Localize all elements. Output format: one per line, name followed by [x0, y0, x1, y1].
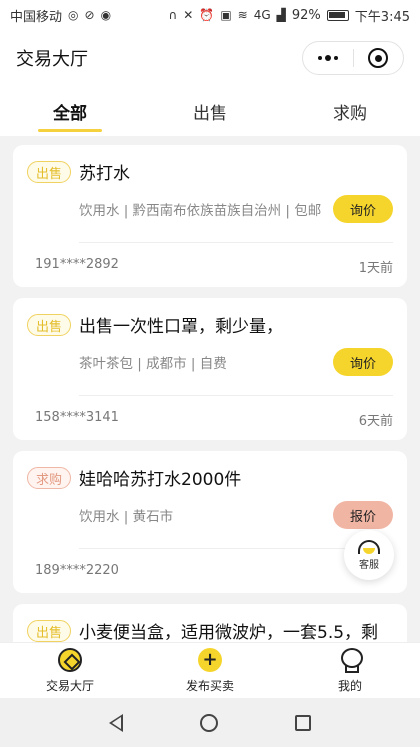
card-footer: 191****2892 1天前 [35, 257, 393, 276]
listing-card[interactable]: 出售 出售一次性口罩，剩少量， 茶叶茶包 | 成都市 | 自费 询价 158**… [13, 298, 407, 440]
buy-tag: 求购 [27, 467, 72, 489]
user-icon [337, 647, 363, 673]
page-title: 交易大厅 [16, 49, 88, 70]
tab-sell[interactable]: 出售 [140, 86, 280, 136]
listing-title: 小麦便当盒，适用微波炉，一套5.5，剩 [79, 623, 379, 642]
listing-card[interactable]: 求购 娃哈哈苏打水2000件 饮用水 | 黄石市 报价 189****2220 [13, 451, 407, 593]
close-miniprogram-button[interactable] [354, 42, 404, 74]
inquire-button[interactable]: 询价 [333, 195, 393, 223]
status-bar: 中国移动 ◎ ⊘ ◉ ∩ ✕ ⏰ ▣ ≋ 4G ▟ 92% 下午3:45 [0, 0, 420, 30]
wechat-icon: ◉ [100, 8, 112, 22]
headset-icon [358, 539, 380, 554]
tabbar-label: 发布买卖 [185, 679, 234, 693]
alarm-icon: ⏰ [199, 8, 215, 22]
tabbar-item-publish[interactable]: + 发布买卖 [140, 643, 280, 698]
plus-icon: + [197, 647, 223, 673]
headset-status-icon: ∩ [168, 8, 178, 22]
tab-buy[interactable]: 求购 [280, 86, 420, 136]
back-icon[interactable] [108, 713, 123, 732]
listing-card[interactable]: 出售 小麦便当盒，适用微波炉，一套5.5，剩 [13, 604, 407, 642]
listing-detail: 饮用水 | 黄石市 [79, 509, 174, 525]
target-icon [368, 48, 389, 68]
listing-phone: 189****2220 [35, 563, 119, 578]
carrier-text: 中国移动 [10, 9, 63, 25]
customer-service-button[interactable]: 客服 [344, 530, 394, 580]
listing-time: 1天前 [358, 261, 393, 276]
miniprogram-capsule [302, 41, 404, 75]
recent-apps-icon[interactable] [295, 714, 312, 731]
service-label: 客服 [359, 559, 379, 571]
listing-detail: 茶叶茶包 | 成都市 | 自费 [79, 356, 227, 372]
notification-icon: ◎ [68, 8, 79, 22]
more-button[interactable] [303, 42, 353, 74]
inquire-button[interactable]: 询价 [333, 348, 393, 376]
more-dots-icon [317, 55, 338, 61]
card-top: 出售 苏打水 饮用水 | 黔西南布依族苗族自治州 | 包邮 询价 [13, 145, 407, 243]
card-divider [79, 242, 393, 243]
app-notification-icon: ⊘ [84, 8, 95, 22]
signal-bars-icon: ▟ [276, 8, 286, 22]
listing-phone: 158****3141 [35, 410, 119, 425]
listing-title: 娃哈哈苏打水2000件 [79, 470, 242, 490]
tabbar-label: 交易大厅 [45, 679, 94, 693]
trade-hall-icon [57, 647, 83, 673]
home-icon[interactable] [199, 713, 218, 732]
listing-phone: 191****2892 [35, 257, 119, 272]
bottom-tabbar: 交易大厅 + 发布买卖 我的 [0, 642, 420, 698]
tabbar-item-trade-hall[interactable]: 交易大厅 [0, 643, 140, 698]
signal-icon: 4G [253, 8, 271, 22]
sell-tag: 出售 [27, 314, 72, 336]
card-divider [79, 395, 393, 396]
filter-tabs: 全部 出售 求购 [0, 86, 420, 136]
listing-title: 出售一次性口罩，剩少量， [79, 317, 283, 337]
sell-tag: 出售 [27, 161, 72, 183]
tabbar-label: 我的 [337, 679, 362, 693]
card-top: 出售 小麦便当盒，适用微波炉，一套5.5，剩 [13, 604, 407, 642]
mute-icon: ✕ [183, 8, 194, 22]
quote-button[interactable]: 报价 [333, 501, 393, 529]
hd-icon: ▣ [220, 8, 232, 22]
battery-icon [326, 9, 349, 21]
listing-time: 6天前 [358, 414, 393, 429]
card-footer: 158****3141 6天前 [35, 410, 393, 429]
card-footer: 189****2220 [35, 563, 393, 578]
system-nav-bar [0, 698, 420, 747]
listing-detail: 饮用水 | 黔西南布依族苗族自治州 | 包邮 [79, 203, 322, 219]
status-right: ∩ ✕ ⏰ ▣ ≋ 4G ▟ 92% 下午3:45 [169, 6, 411, 25]
listing-title: 苏打水 [79, 164, 130, 184]
card-top: 出售 出售一次性口罩，剩少量， 茶叶茶包 | 成都市 | 自费 询价 [13, 298, 407, 396]
sell-tag: 出售 [27, 620, 72, 642]
clock-time: 下午3:45 [354, 9, 410, 25]
page-header: 交易大厅 [0, 30, 420, 86]
card-top: 求购 娃哈哈苏打水2000件 饮用水 | 黄石市 报价 [13, 451, 407, 549]
tabbar-item-mine[interactable]: 我的 [280, 643, 420, 698]
status-left: 中国移动 ◎ ⊘ ◉ [10, 6, 111, 25]
wifi-icon: ≋ [237, 8, 248, 22]
listing-card[interactable]: 出售 苏打水 饮用水 | 黔西南布依族苗族自治州 | 包邮 询价 191****… [13, 145, 407, 287]
tab-all[interactable]: 全部 [0, 86, 140, 136]
battery-percent: 92% [291, 7, 321, 23]
